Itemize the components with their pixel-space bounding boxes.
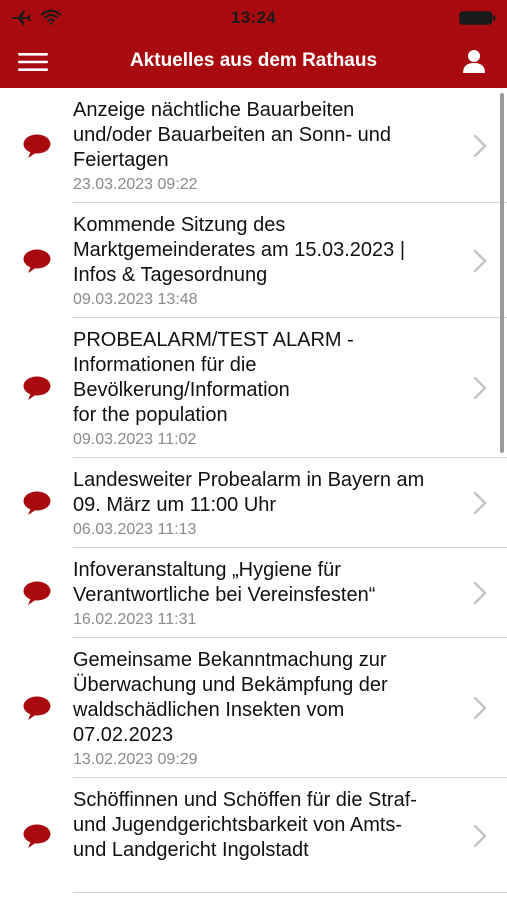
news-item-title-line: 07.02.2023 [73,724,174,746]
speech-bubble-icon [23,824,51,848]
news-item-title-line: Anzeige nächtliche Bauarbeiten [73,99,355,121]
news-item-date: 06.03.2023 11:13 [73,521,197,538]
chevron-right-icon [473,376,487,400]
chevron-right-icon [473,249,487,272]
news-item-date: 09.03.2023 11:02 [73,431,197,448]
speech-bubble-icon [23,696,51,720]
news-item-content: Landesweiter Probealarm in Bayern am 09. … [73,468,457,540]
chevron-right-icon [473,134,487,157]
news-item-title: Landesweiter Probealarm in Bayern am 09. … [73,468,457,518]
news-item-title-line: 09. März um 11:00 Uhr [73,494,277,516]
speech-bubble-icon [23,491,51,515]
news-item-title-line: Gemeinsame Bekanntmachung zur [73,649,387,671]
speech-bubble-icon [23,134,51,158]
header-bar: Aktuelles aus dem Rathaus [0,36,507,88]
news-item-title: Anzeige nächtliche Bauarbeiten und/oder B… [73,98,457,173]
news-item-title: Schöffinnen und Schöffen für die Straf-u… [73,788,457,863]
news-item-date: 23.03.2023 09:22 [73,176,198,193]
news-item-title-line: Feiertagen [73,149,169,171]
news-item-title-line: und Landgericht Ingolstadt [73,839,309,861]
news-item-title: Gemeinsame Bekanntmachung zur Überwachung… [73,648,457,748]
status-bar: 13:24 [0,0,507,36]
news-item-date: 09.03.2023 13:48 [73,291,198,308]
news-item-date: 13.02.2023 09:29 [73,751,198,768]
news-item-title-line: waldschädlichen Insekten vom [73,699,345,721]
news-item-title-line: Infoveranstaltung „Hygiene für [73,559,341,581]
speech-bubble-icon [23,581,51,605]
news-item[interactable]: Infoveranstaltung „Hygiene für Verantwort… [0,548,507,638]
news-item-title-line: Informationen für die [73,354,257,376]
news-item-title-line: und Jugendgerichtsbarkeit von Amts- [73,814,403,836]
news-item-title-line: Marktgemeinderates am 15.03.2023 | [73,239,406,261]
chevron-right-icon [473,581,487,605]
news-item[interactable]: Gemeinsame Bekanntmachung zur Überwachung… [0,638,507,778]
speech-bubble-icon [23,376,51,400]
news-item-content: Infoveranstaltung „Hygiene für Verantwort… [73,558,457,630]
scrollbar[interactable] [500,93,504,453]
battery-icon [459,11,496,25]
news-item[interactable]: Landesweiter Probealarm in Bayern am 09. … [0,458,507,548]
page-title: Aktuelles aus dem Rathaus [129,50,378,71]
news-list: Anzeige nächtliche Bauarbeiten und/oder B… [0,88,507,900]
chevron-right-icon [473,824,487,847]
news-item-content: Schöffinnen und Schöffen für die Straf-u… [73,788,457,863]
news-item[interactable]: Anzeige nächtliche Bauarbeiten und/oder B… [0,88,507,203]
news-item[interactable]: Kommende Sitzung des Marktgemeinderates a… [0,203,507,318]
news-item-title-line: Schöffinnen und Schöffen für die Straf- [73,789,417,811]
news-item-content: Gemeinsame Bekanntmachung zur Überwachung… [73,648,457,770]
news-item-date: 16.02.2023 11:31 [73,611,197,628]
news-item-content: Kommende Sitzung des Marktgemeinderates a… [73,213,457,310]
news-item-title-line: Kommende Sitzung des [73,214,286,236]
speech-bubble-icon [23,249,51,273]
news-item[interactable]: Schöffinnen und Schöffen für die Straf-u… [0,778,507,893]
chevron-right-icon [473,491,487,515]
news-item-title-line: Landesweiter Probealarm in Bayern am [73,469,425,491]
news-item-title-line: for the population [73,404,228,426]
news-item-content: Anzeige nächtliche Bauarbeiten und/oder B… [73,98,457,195]
news-item-title-line: Infos & Tagesordnung [73,264,268,286]
news-item-title: Infoveranstaltung „Hygiene für Verantwort… [73,558,457,608]
news-item-title-line: Überwachung und Bekämpfung der [73,674,388,696]
news-item-title-line: PROBEALARM/TEST ALARM - [73,329,354,351]
news-item-title-line: Bevölkerung/Information [73,379,290,401]
chevron-right-icon [473,696,487,720]
news-item-title-line: und/oder Bauarbeiten an Sonn- und [73,124,392,146]
news-item-title: PROBEALARM/TEST ALARM - Informationen für… [73,328,457,428]
user-profile-icon[interactable] [461,48,487,74]
news-item-title: Kommende Sitzung des Marktgemeinderates a… [73,213,457,288]
status-time: 13:24 [231,8,276,27]
news-item-content: PROBEALARM/TEST ALARM - Informationen für… [73,328,457,450]
news-item-title-line: Verantwortliche bei Vereinsfesten“ [73,584,376,606]
news-item[interactable]: PROBEALARM/TEST ALARM - Informationen für… [0,318,507,458]
list-separator [73,892,507,893]
